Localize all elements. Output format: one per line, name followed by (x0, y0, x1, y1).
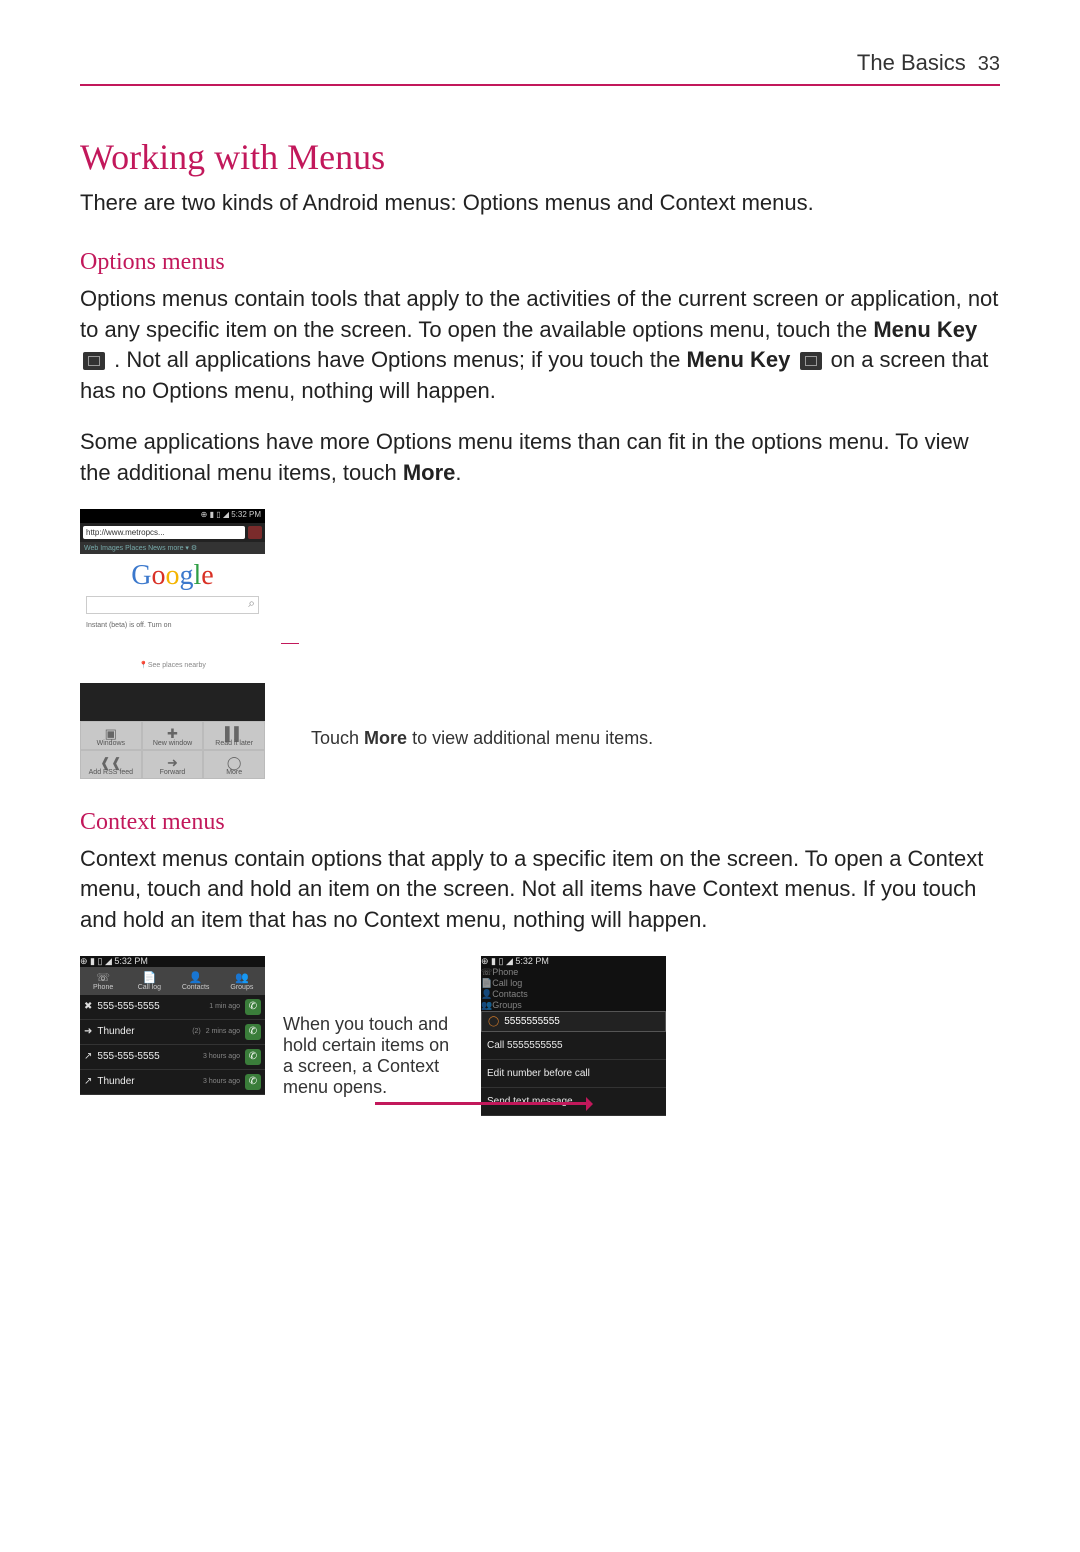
url-input[interactable]: http://www.metropcs... (83, 526, 245, 539)
instant-note[interactable]: Instant (beta) is off. Turn on (80, 618, 265, 647)
context-paragraph: Context menus contain options that apply… (80, 844, 1000, 936)
call-button[interactable]: ✆ (245, 999, 261, 1015)
page-number: 33 (978, 53, 1000, 76)
incoming-icon: ➜ (84, 1026, 92, 1037)
places-nearby-link[interactable]: 📍See places nearby (80, 647, 265, 683)
page-title: Working with Menus (80, 136, 1000, 178)
call-button[interactable]: ✆ (245, 1074, 261, 1090)
opt-read-later[interactable]: ▌▌Read it later (203, 721, 265, 750)
search-input[interactable] (86, 596, 259, 614)
opt-windows[interactable]: ▣Windows (80, 721, 142, 750)
options-paragraph-2: Some applications have more Options menu… (80, 427, 1000, 489)
callout-context: When you touch and hold certain items on… (283, 1014, 463, 1098)
tab-groups[interactable]: 👥Groups (481, 1000, 666, 1011)
tab-phone[interactable]: ☏Phone (80, 967, 126, 995)
dialer-tabs: ☏Phone 📄Call log 👤Contacts 👥Groups (80, 967, 265, 995)
call-log-screenshot: ⊕ ▮ ▯ ◢ 5:32 PM ☏Phone 📄Call log 👤Contac… (80, 956, 265, 1095)
bookmark-icon[interactable] (248, 526, 262, 539)
page-header: The Basics 33 (80, 50, 1000, 86)
callout-more: Touch More to view additional menu items… (311, 728, 653, 749)
figure-options-menu: ⊕ ▮ ▯ ◢ 5:32 PM http://www.metropcs... W… (80, 509, 1000, 779)
outgoing-icon: ↗ (84, 1076, 92, 1087)
browser-window: http://www.metropcs... Web Images Places… (80, 523, 265, 779)
ctx-call[interactable]: Call 5555555555 (481, 1032, 666, 1060)
section-title: The Basics (857, 50, 966, 76)
call-button[interactable]: ✆ (245, 1049, 261, 1065)
tab-contacts[interactable]: 👤Contacts (173, 967, 219, 995)
missed-icon: ✖ (84, 1001, 92, 1012)
manual-page: The Basics 33 Working with Menus There a… (0, 0, 1080, 1552)
menu-key-icon (83, 352, 105, 370)
status-bar: ⊕ ▮ ▯ ◢ 5:32 PM (80, 956, 265, 967)
callout-connector (281, 643, 299, 644)
url-row: http://www.metropcs... (80, 523, 265, 542)
ctx-edit-number[interactable]: Edit number before call (481, 1060, 666, 1088)
context-menu-title: ◯5555555555 (481, 1011, 666, 1032)
log-row[interactable]: ↗ 555-555-5555 3 hours ago ✆ (80, 1045, 265, 1070)
options-menu: ▣Windows ✚New window ▌▌Read it later ❰❰A… (80, 721, 265, 779)
context-heading: Context menus (80, 809, 1000, 836)
browser-screenshot: ⊕ ▮ ▯ ◢ 5:32 PM http://www.metropcs... W… (80, 509, 265, 779)
google-top-links[interactable]: Web Images Places News more ▾ ⚙ (80, 542, 265, 554)
log-row[interactable]: ✖ 555-555-5555 1 min ago ✆ (80, 995, 265, 1020)
opt-new-window[interactable]: ✚New window (142, 721, 204, 750)
dialer-tabs: ☏Phone 📄Call log 👤Contacts 👥Groups (481, 967, 666, 1011)
log-row[interactable]: ↗ Thunder 3 hours ago ✆ (80, 1070, 265, 1095)
tab-phone[interactable]: ☏Phone (481, 967, 666, 978)
tab-calllog[interactable]: 📄Call log (126, 967, 172, 995)
opt-forward[interactable]: ➜Forward (142, 750, 204, 779)
status-bar: ⊕ ▮ ▯ ◢ 5:32 PM (80, 509, 265, 523)
status-bar: ⊕ ▮ ▯ ◢ 5:32 PM (481, 956, 666, 967)
tab-calllog[interactable]: 📄Call log (481, 978, 666, 989)
opt-add-rss[interactable]: ❰❰Add RSS feed (80, 750, 142, 779)
tab-groups[interactable]: 👥Groups (219, 967, 265, 995)
menu-key-icon (800, 352, 822, 370)
intro-paragraph: There are two kinds of Android menus: Op… (80, 188, 1000, 219)
call-button[interactable]: ✆ (245, 1024, 261, 1040)
opt-more[interactable]: ◯More (203, 750, 265, 779)
tab-contacts[interactable]: 👤Contacts (481, 989, 666, 1000)
options-paragraph-1: Options menus contain tools that apply t… (80, 284, 1000, 407)
context-arrow (375, 1102, 590, 1105)
log-row[interactable]: ➜ Thunder (2) 2 mins ago ✆ (80, 1020, 265, 1045)
contact-icon: ◯ (488, 1016, 499, 1027)
options-heading: Options menus (80, 249, 1000, 276)
google-logo: Google (80, 554, 265, 596)
outgoing-icon: ↗ (84, 1051, 92, 1062)
figure-context-menu: ⊕ ▮ ▯ ◢ 5:32 PM ☏Phone 📄Call log 👤Contac… (80, 956, 1000, 1116)
context-menu-screenshot: ⊕ ▮ ▯ ◢ 5:32 PM ☏Phone 📄Call log 👤Contac… (481, 956, 666, 1116)
